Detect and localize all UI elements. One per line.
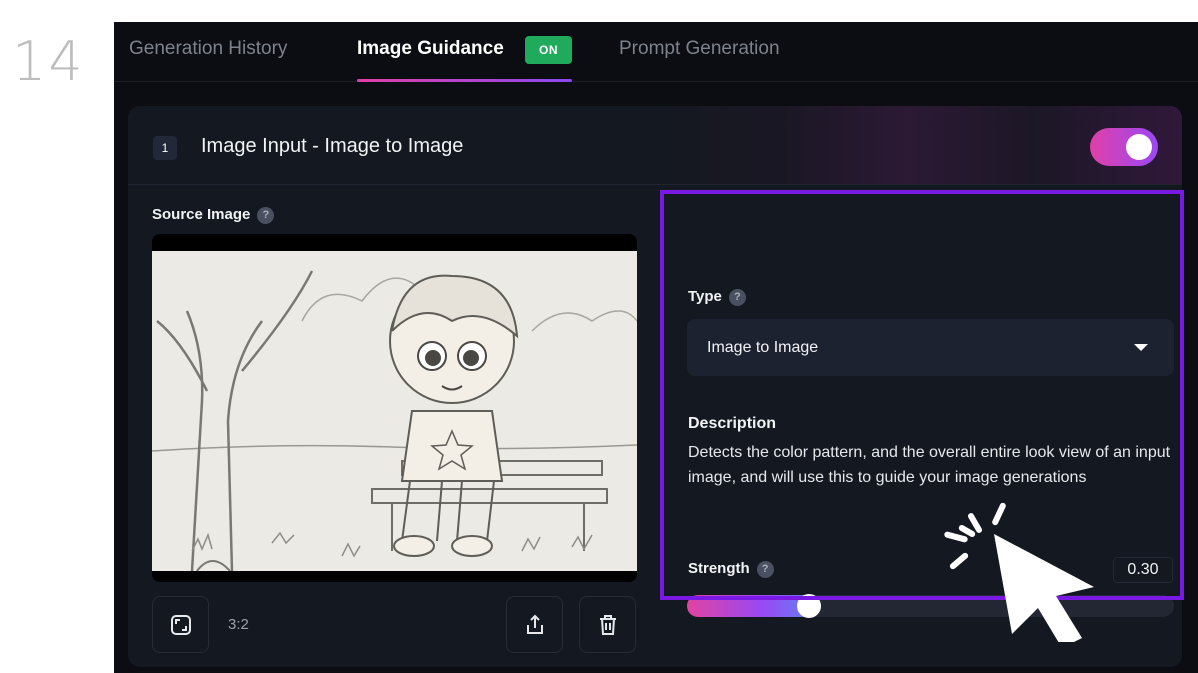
app-window: Generation History Image Guidance ON Pro…: [114, 22, 1198, 673]
help-icon[interactable]: ?: [257, 206, 275, 224]
tab-prompt-generation[interactable]: Prompt Generation: [619, 38, 780, 60]
enable-toggle[interactable]: [1090, 128, 1158, 166]
card-header: 1 Image Input - Image to Image: [128, 106, 1182, 185]
aspect-ratio-value: 3:2: [228, 616, 249, 633]
pointer-cursor-icon: [944, 502, 1094, 642]
step-number: 14: [12, 30, 85, 93]
tab-bar: Generation History Image Guidance ON Pro…: [114, 22, 1198, 82]
source-image-label: Source Image?: [152, 206, 275, 224]
boy-on-bench-sketch-image: [152, 251, 637, 571]
toggle-knob: [1126, 134, 1152, 160]
card-title: Image Input - Image to Image: [201, 135, 464, 157]
share-button[interactable]: [506, 596, 563, 653]
aspect-ratio-icon: [171, 615, 191, 635]
tab-image-guidance[interactable]: Image Guidance: [357, 38, 504, 60]
on-badge: ON: [525, 36, 572, 64]
tab-generation-history[interactable]: Generation History: [129, 38, 287, 60]
card-index-chip: 1: [153, 136, 177, 160]
active-tab-indicator: [357, 79, 572, 82]
delete-button[interactable]: [579, 596, 636, 653]
aspect-ratio-button[interactable]: [152, 596, 209, 653]
share-icon: [527, 614, 543, 634]
source-image-preview[interactable]: [152, 234, 637, 582]
trash-icon: [600, 615, 616, 635]
